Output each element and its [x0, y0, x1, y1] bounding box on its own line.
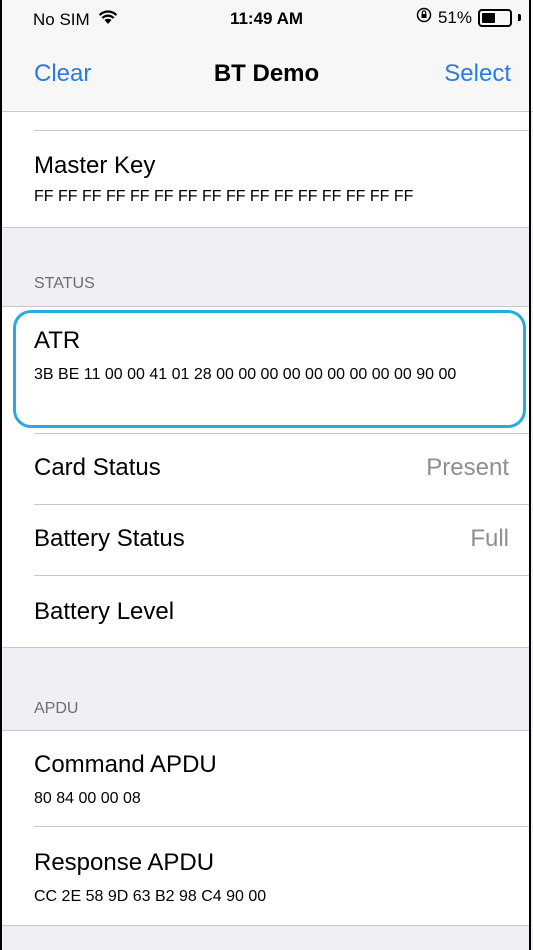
response-apdu-cell[interactable]: Response APDU CC 2E 58 9D 63 B2 98 C4 90…: [0, 827, 531, 925]
apdu-section-header: APDU: [34, 700, 79, 717]
card-status-label: Card Status: [34, 454, 161, 481]
master-key-value: FF FF FF FF FF FF FF FF FF FF FF FF FF F…: [34, 188, 414, 205]
battery-fill: [482, 12, 495, 23]
response-apdu-value: CC 2E 58 9D 63 B2 98 C4 90 00: [34, 888, 267, 905]
separator: [0, 227, 531, 228]
card-status-cell[interactable]: Card Status Present: [0, 434, 531, 504]
battery-icon: [478, 8, 512, 27]
command-apdu-title: Command APDU: [34, 751, 217, 778]
battery-status-value: Full: [470, 525, 509, 552]
separator: [0, 647, 531, 648]
status-section-header: STATUS: [34, 275, 95, 292]
navigation-bar: Clear BT Demo Select: [0, 38, 533, 112]
battery-nub: [518, 14, 521, 21]
battery-percent: 51%: [437, 7, 472, 27]
select-button[interactable]: Select: [444, 60, 511, 88]
battery-level-cell[interactable]: Battery Level: [0, 576, 531, 647]
battery-level-label: Battery Level: [34, 598, 175, 625]
separator: [0, 925, 531, 926]
status-right: 51%: [416, 7, 521, 28]
card-status-value: Present: [426, 454, 509, 481]
master-key-title: Master Key: [34, 152, 156, 179]
status-bar: No SIM 11:49 AM 51%: [0, 0, 533, 38]
command-apdu-cell[interactable]: Command APDU 80 84 00 00 08: [0, 731, 531, 826]
battery-status-cell[interactable]: Battery Status Full: [0, 505, 531, 575]
command-apdu-value: 80 84 00 00 08: [34, 790, 141, 807]
battery-status-label: Battery Status: [34, 525, 185, 552]
master-key-group: Master Key FF FF FF FF FF FF FF FF FF FF…: [0, 112, 531, 228]
apdu-group: Command APDU 80 84 00 00 08 Response APD…: [0, 730, 531, 926]
atr-highlight-outline: [13, 310, 526, 428]
response-apdu-title: Response APDU: [34, 849, 215, 876]
rotation-lock-icon: [416, 7, 432, 28]
master-key-cell[interactable]: Master Key FF FF FF FF FF FF FF FF FF FF…: [0, 131, 531, 228]
